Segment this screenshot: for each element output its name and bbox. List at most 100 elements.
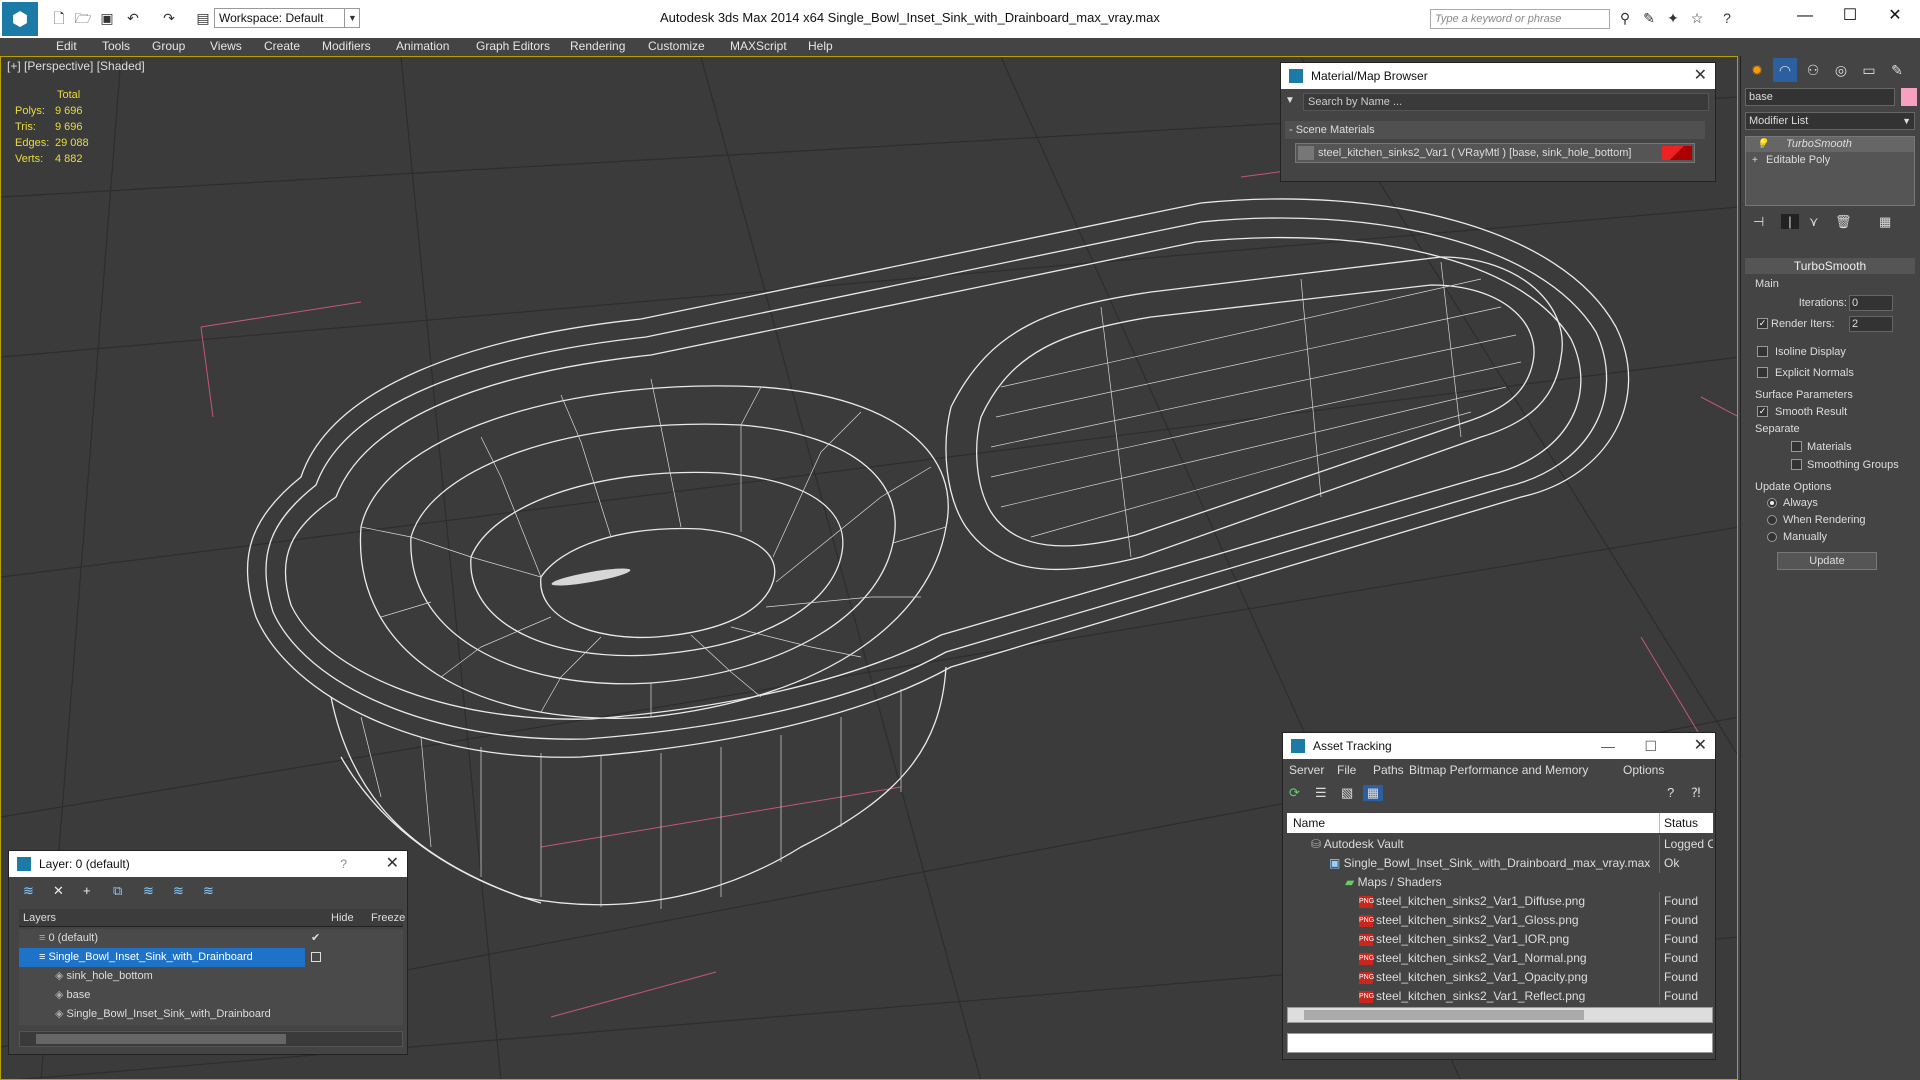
layer-object-row[interactable]: ◈ sink_hole_bottom xyxy=(19,967,403,986)
menu-server[interactable]: Server xyxy=(1289,761,1324,779)
menu-rendering[interactable]: Rendering xyxy=(570,39,625,53)
col-layers[interactable]: Layers xyxy=(23,909,56,927)
render-iters-spinner[interactable]: 2 xyxy=(1849,316,1893,332)
refresh-icon[interactable]: ⟳ xyxy=(1289,785,1300,801)
binoculars-icon[interactable]: ⚲ xyxy=(1616,9,1634,27)
object-color-swatch[interactable] xyxy=(1901,88,1917,106)
turbosmooth-rollout-header[interactable]: TurboSmooth xyxy=(1745,258,1915,274)
menu-group[interactable]: Group xyxy=(152,39,185,53)
asset-row[interactable]: PNG steel_kitchen_sinks2_Var1_Gloss.png Fo… xyxy=(1287,911,1713,930)
subscription-icon[interactable]: ✎ xyxy=(1640,9,1658,27)
object-name-input[interactable]: base xyxy=(1745,88,1895,106)
layer-horizontal-scrollbar[interactable] xyxy=(19,1031,403,1047)
project-folder-icon[interactable]: ▤ xyxy=(194,9,212,27)
minimize-icon[interactable]: — xyxy=(1601,733,1615,759)
menu-tools[interactable]: Tools xyxy=(102,39,130,53)
scrollbar-thumb[interactable] xyxy=(1304,1010,1584,1020)
maximize-icon[interactable]: ☐ xyxy=(1644,733,1657,759)
open-icon[interactable]: 🗁 xyxy=(74,9,92,27)
explicit-normals-checkbox[interactable] xyxy=(1757,367,1768,378)
favorites-icon[interactable]: ☆ xyxy=(1688,9,1706,27)
update-always-radio[interactable] xyxy=(1767,498,1777,508)
context-help-icon[interactable]: ⁈ xyxy=(1691,785,1701,801)
motion-tab-icon[interactable]: ◎ xyxy=(1829,58,1853,82)
stack-item-editable-poly[interactable]: + Editable Poly xyxy=(1746,153,1914,168)
close-icon[interactable]: ✕ xyxy=(1694,733,1707,759)
render-iters-checkbox[interactable]: ✓ xyxy=(1757,318,1768,329)
menu-create[interactable]: Create xyxy=(264,39,300,53)
menu-customize[interactable]: Customize xyxy=(648,39,705,53)
asset-row[interactable]: PNG steel_kitchen_sinks2_Var1_Normal.png F… xyxy=(1287,949,1713,968)
layer-row[interactable]: ≡ 0 (default) ✔ xyxy=(19,929,403,948)
keyword-search-input[interactable]: Type a keyword or phrase xyxy=(1430,9,1610,29)
chevron-down-icon[interactable]: ▼ xyxy=(344,8,360,28)
iterations-spinner[interactable]: 0 xyxy=(1849,295,1893,311)
layer-object-row[interactable]: ◈ Single_Bowl_Inset_Sink_with_Drainboard xyxy=(19,1005,403,1024)
communication-icon[interactable]: ✦ xyxy=(1664,9,1682,27)
asset-row[interactable]: PNG steel_kitchen_sinks2_Var1_Diffuse.png… xyxy=(1287,892,1713,911)
modifier-list-dropdown[interactable]: Modifier List ▼ xyxy=(1745,112,1915,130)
menu-file[interactable]: File xyxy=(1337,761,1356,779)
layer-dialog-titlebar[interactable]: Layer: 0 (default) ? ✕ xyxy=(9,851,407,877)
material-browser-titlebar[interactable]: Material/Map Browser ✕ xyxy=(1281,63,1715,89)
utilities-tab-icon[interactable]: ✎ xyxy=(1885,58,1909,82)
display-tab-icon[interactable]: ▭ xyxy=(1857,58,1881,82)
asset-row[interactable]: ⛁ Autodesk Vault Logged O xyxy=(1287,835,1713,854)
asset-row[interactable]: ▰ Maps / Shaders xyxy=(1287,873,1713,892)
material-entry[interactable]: steel_kitchen_sinks2_Var1 ( VRayMtl ) [b… xyxy=(1295,143,1695,163)
show-end-result-icon[interactable]: | xyxy=(1781,214,1799,229)
col-hide[interactable]: Hide xyxy=(331,909,354,927)
menu-graph-editors[interactable]: Graph Editors xyxy=(476,39,550,53)
col-name[interactable]: Name xyxy=(1293,813,1325,833)
new-icon[interactable]: 🗋 xyxy=(50,9,68,27)
minimize-button[interactable]: — xyxy=(1785,4,1825,28)
scene-materials-section[interactable]: - Scene Materials xyxy=(1285,121,1705,139)
configure-sets-icon[interactable]: ▦ xyxy=(1879,214,1891,230)
asset-row[interactable]: ▣ Single_Bowl_Inset_Sink_with_Drainboard… xyxy=(1287,854,1713,873)
isoline-display-checkbox[interactable] xyxy=(1757,346,1768,357)
help-icon[interactable]: ? xyxy=(1667,785,1674,800)
pin-stack-icon[interactable]: ⊣ xyxy=(1753,214,1764,230)
thumbnail-view-icon[interactable]: ▧ xyxy=(1341,785,1353,801)
hierarchy-tab-icon[interactable]: ⚇ xyxy=(1801,58,1825,82)
viewport-label[interactable]: [+] [Perspective] [Shaded] xyxy=(7,59,145,73)
modify-tab-icon[interactable]: ◠ xyxy=(1773,58,1797,82)
menu-options[interactable]: Options xyxy=(1623,761,1664,779)
create-tab-icon[interactable]: ✹ xyxy=(1745,58,1769,82)
layer-object-row[interactable]: ◈ base xyxy=(19,986,403,1005)
maximize-button[interactable]: ☐ xyxy=(1830,4,1870,28)
col-status[interactable]: Status xyxy=(1659,813,1698,833)
separate-smoothing-groups-checkbox[interactable] xyxy=(1791,459,1802,470)
table-view-icon[interactable]: ▦ xyxy=(1363,785,1383,801)
stack-item-turbosmooth[interactable]: 💡 TurboSmooth xyxy=(1746,137,1914,152)
redo-icon[interactable]: ↷ xyxy=(160,9,178,27)
highlight-layer-icon[interactable]: ≋ xyxy=(143,883,154,899)
menu-help[interactable]: Help xyxy=(808,39,833,53)
remove-modifier-icon[interactable]: 🗑 xyxy=(1835,214,1852,230)
menu-views[interactable]: Views xyxy=(210,39,242,53)
menu-edit[interactable]: Edit xyxy=(56,39,77,53)
scrollbar-thumb[interactable] xyxy=(36,1034,286,1044)
hide-all-layers-icon[interactable]: ≋ xyxy=(173,883,184,899)
make-unique-icon[interactable]: ⋎ xyxy=(1809,214,1819,230)
set-current-layer-icon[interactable] xyxy=(311,952,321,962)
menu-bitmap-performance[interactable]: Bitmap Performance and Memory xyxy=(1409,761,1588,779)
layer-row[interactable]: ≡ Single_Bowl_Inset_Sink_with_Drainboard xyxy=(19,948,305,967)
asset-row[interactable]: PNG steel_kitchen_sinks2_Var1_Opacity.png… xyxy=(1287,968,1713,987)
help-icon[interactable]: ? xyxy=(340,851,347,877)
material-search-input[interactable]: Search by Name ... xyxy=(1303,93,1709,111)
close-button[interactable]: ✕ xyxy=(1875,4,1915,28)
asset-horizontal-scrollbar[interactable] xyxy=(1287,1007,1713,1023)
browser-options-icon[interactable]: ▼ xyxy=(1285,95,1297,107)
help-icon[interactable]: ? xyxy=(1718,9,1736,27)
menu-maxscript[interactable]: MAXScript xyxy=(730,39,787,53)
update-when-rendering-radio[interactable] xyxy=(1767,515,1777,525)
delete-layer-icon[interactable]: ✕ xyxy=(53,883,64,899)
separate-materials-checkbox[interactable] xyxy=(1791,441,1802,452)
close-icon[interactable]: ✕ xyxy=(1694,63,1707,89)
undo-icon[interactable]: ↶ xyxy=(124,9,142,27)
light-bulb-icon[interactable]: 💡 xyxy=(1756,137,1768,152)
asset-row[interactable]: PNG steel_kitchen_sinks2_Var1_Reflect.png… xyxy=(1287,987,1713,1005)
asset-row[interactable]: PNG steel_kitchen_sinks2_Var1_IOR.png Foun… xyxy=(1287,930,1713,949)
freeze-all-layers-icon[interactable]: ≋ xyxy=(203,883,214,899)
